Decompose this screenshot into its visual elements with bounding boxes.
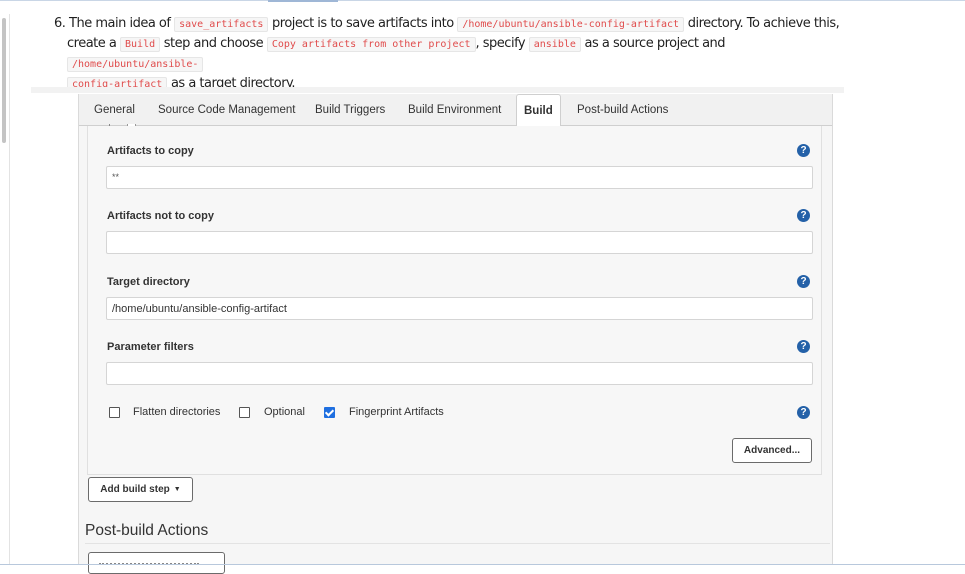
instruction-line-1: 6. The main idea of save_artifacts proje… [54, 14, 854, 34]
help-icon[interactable]: ? [797, 275, 810, 288]
help-icon[interactable]: ? [797, 406, 810, 419]
artifacts-to-copy-label: Artifacts to copy [107, 145, 194, 157]
code-target-path-part1: /home/ubuntu/ansible- [67, 57, 204, 72]
instruction-text: step and choose [163, 36, 264, 51]
step-number: 6. [54, 16, 66, 31]
artifacts-not-to-copy-input[interactable] [106, 231, 813, 254]
target-directory-input[interactable]: /home/ubuntu/ansible-config-artifact [106, 297, 813, 320]
code-copy-artifacts: Copy artifacts from other project [266, 37, 476, 52]
parameter-filters-input[interactable] [106, 362, 813, 385]
instruction-text: , specify [475, 36, 526, 51]
tab-build-environment[interactable]: Build Environment [408, 94, 501, 125]
screenshot-top-band [31, 87, 844, 93]
instruction-text: as a source project and [584, 36, 726, 51]
instruction-text: directory. To achieve this, [687, 16, 840, 31]
post-build-actions-heading: Post-build Actions [85, 522, 209, 539]
tab-post-build-actions[interactable]: Post-build Actions [577, 94, 668, 125]
flatten-directories-checkbox[interactable] [109, 407, 120, 418]
tab-build[interactable]: Build [516, 94, 561, 127]
instruction-text: create a [67, 36, 117, 51]
advanced-button[interactable]: Advanced... [732, 438, 812, 463]
flatten-directories-label: Flatten directories [133, 406, 221, 418]
parameter-filters-label: Parameter filters [107, 341, 194, 353]
code-source-project: ansible [528, 37, 581, 52]
scrollbar-thumb[interactable] [2, 18, 6, 143]
optional-checkbox[interactable] [239, 407, 250, 418]
optional-label: Optional [264, 406, 305, 418]
tab-source-code-management[interactable]: Source Code Management [158, 94, 295, 125]
fingerprint-artifacts-label: Fingerprint Artifacts [349, 406, 444, 418]
help-icon[interactable]: ? [797, 340, 810, 353]
code-target-path: /home/ubuntu/ansible-config-artifact [457, 17, 685, 32]
instruction-text: project is to save artifacts into [272, 16, 454, 31]
left-scrollbar[interactable] [0, 14, 10, 565]
top-border-accent [268, 0, 338, 2]
tab-build-triggers[interactable]: Build Triggers [315, 94, 385, 125]
code-project-name: save_artifacts [174, 17, 269, 32]
instruction-text: The main idea of [69, 16, 171, 31]
artifacts-not-to-copy-label: Artifacts not to copy [107, 210, 214, 222]
artifacts-to-copy-input[interactable]: ** [106, 166, 813, 189]
config-tabs: General Source Code Management Build Tri… [79, 94, 832, 127]
target-directory-label: Target directory [107, 276, 190, 288]
instruction-line-2: create a Build step and choose Copy arti… [54, 34, 854, 74]
instruction-paragraph: 6. The main idea of save_artifacts proje… [54, 14, 854, 94]
caret-down-icon: ▼ [173, 486, 181, 493]
help-icon[interactable]: ? [797, 209, 810, 222]
top-border [0, 0, 965, 1]
help-icon[interactable]: ? [797, 144, 810, 157]
tab-general[interactable]: General [94, 94, 135, 125]
add-build-step-label: Add build step [100, 484, 170, 495]
code-build: Build [120, 37, 161, 52]
section-divider [85, 543, 830, 544]
fingerprint-artifacts-checkbox[interactable] [324, 407, 335, 418]
add-post-build-action-button[interactable] [88, 552, 225, 574]
add-build-step-button[interactable]: Add build step ▼ [88, 477, 193, 502]
